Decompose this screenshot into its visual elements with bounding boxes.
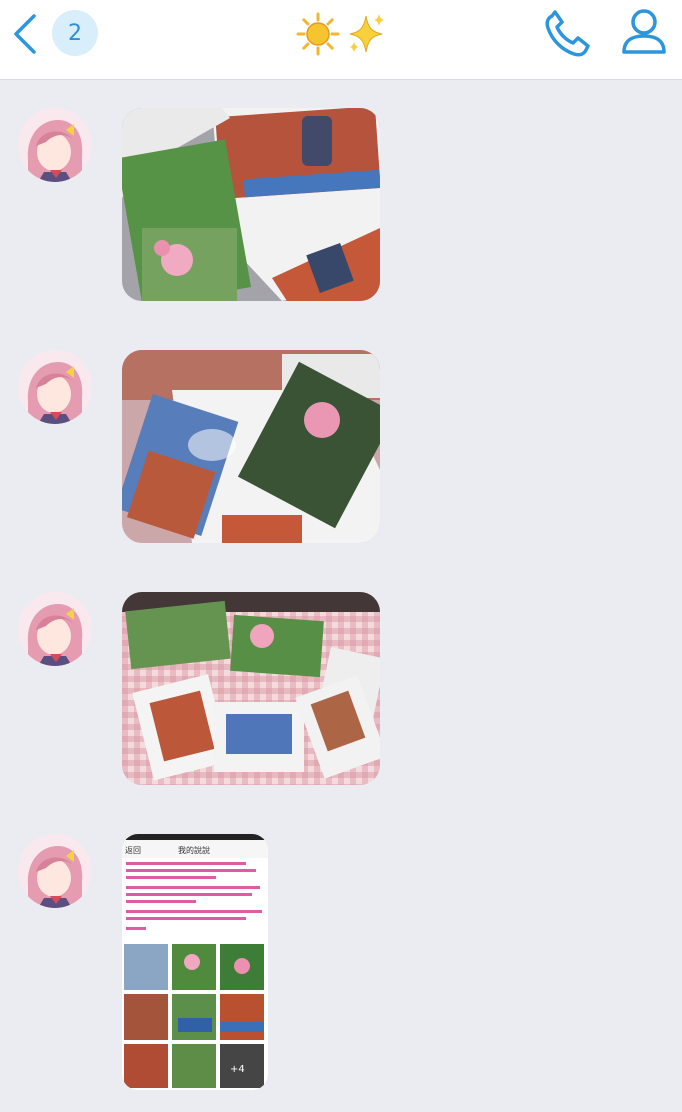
photo-image (122, 350, 380, 543)
more-photos-count: +4 (230, 1064, 245, 1075)
image-message[interactable] (122, 592, 380, 785)
screenshot-title: 我的說說 (178, 845, 210, 855)
message-list[interactable]: 返回 我的說說 +4 (0, 80, 682, 1112)
sender-avatar[interactable] (18, 108, 92, 182)
person-icon (622, 9, 666, 54)
chevron-left-icon (14, 14, 36, 54)
anime-girl-avatar (18, 350, 92, 424)
chat-header: 2 (0, 0, 682, 80)
anime-girl-avatar (18, 592, 92, 666)
sender-avatar[interactable] (18, 350, 92, 424)
screenshot-back-label: 返回 (125, 846, 141, 855)
sparkles-icon (349, 14, 384, 53)
sender-avatar[interactable] (18, 592, 92, 666)
back-button[interactable] (4, 10, 44, 58)
anime-girl-avatar (18, 834, 92, 908)
chat-title[interactable] (296, 10, 388, 58)
unread-count-badge[interactable]: 2 (52, 10, 98, 56)
phone-icon (545, 10, 590, 57)
image-message[interactable] (122, 108, 380, 301)
photo-image (122, 108, 380, 301)
screenshot-image: 返回 我的說說 +4 (122, 834, 268, 1090)
profile-button[interactable] (616, 6, 672, 58)
photo-image (122, 592, 380, 785)
sender-avatar[interactable] (18, 834, 92, 908)
call-button[interactable] (540, 8, 596, 60)
image-message[interactable] (122, 350, 380, 543)
anime-girl-avatar (18, 108, 92, 182)
image-message[interactable]: 返回 我的說說 +4 (122, 834, 268, 1090)
sun-icon (296, 12, 340, 56)
